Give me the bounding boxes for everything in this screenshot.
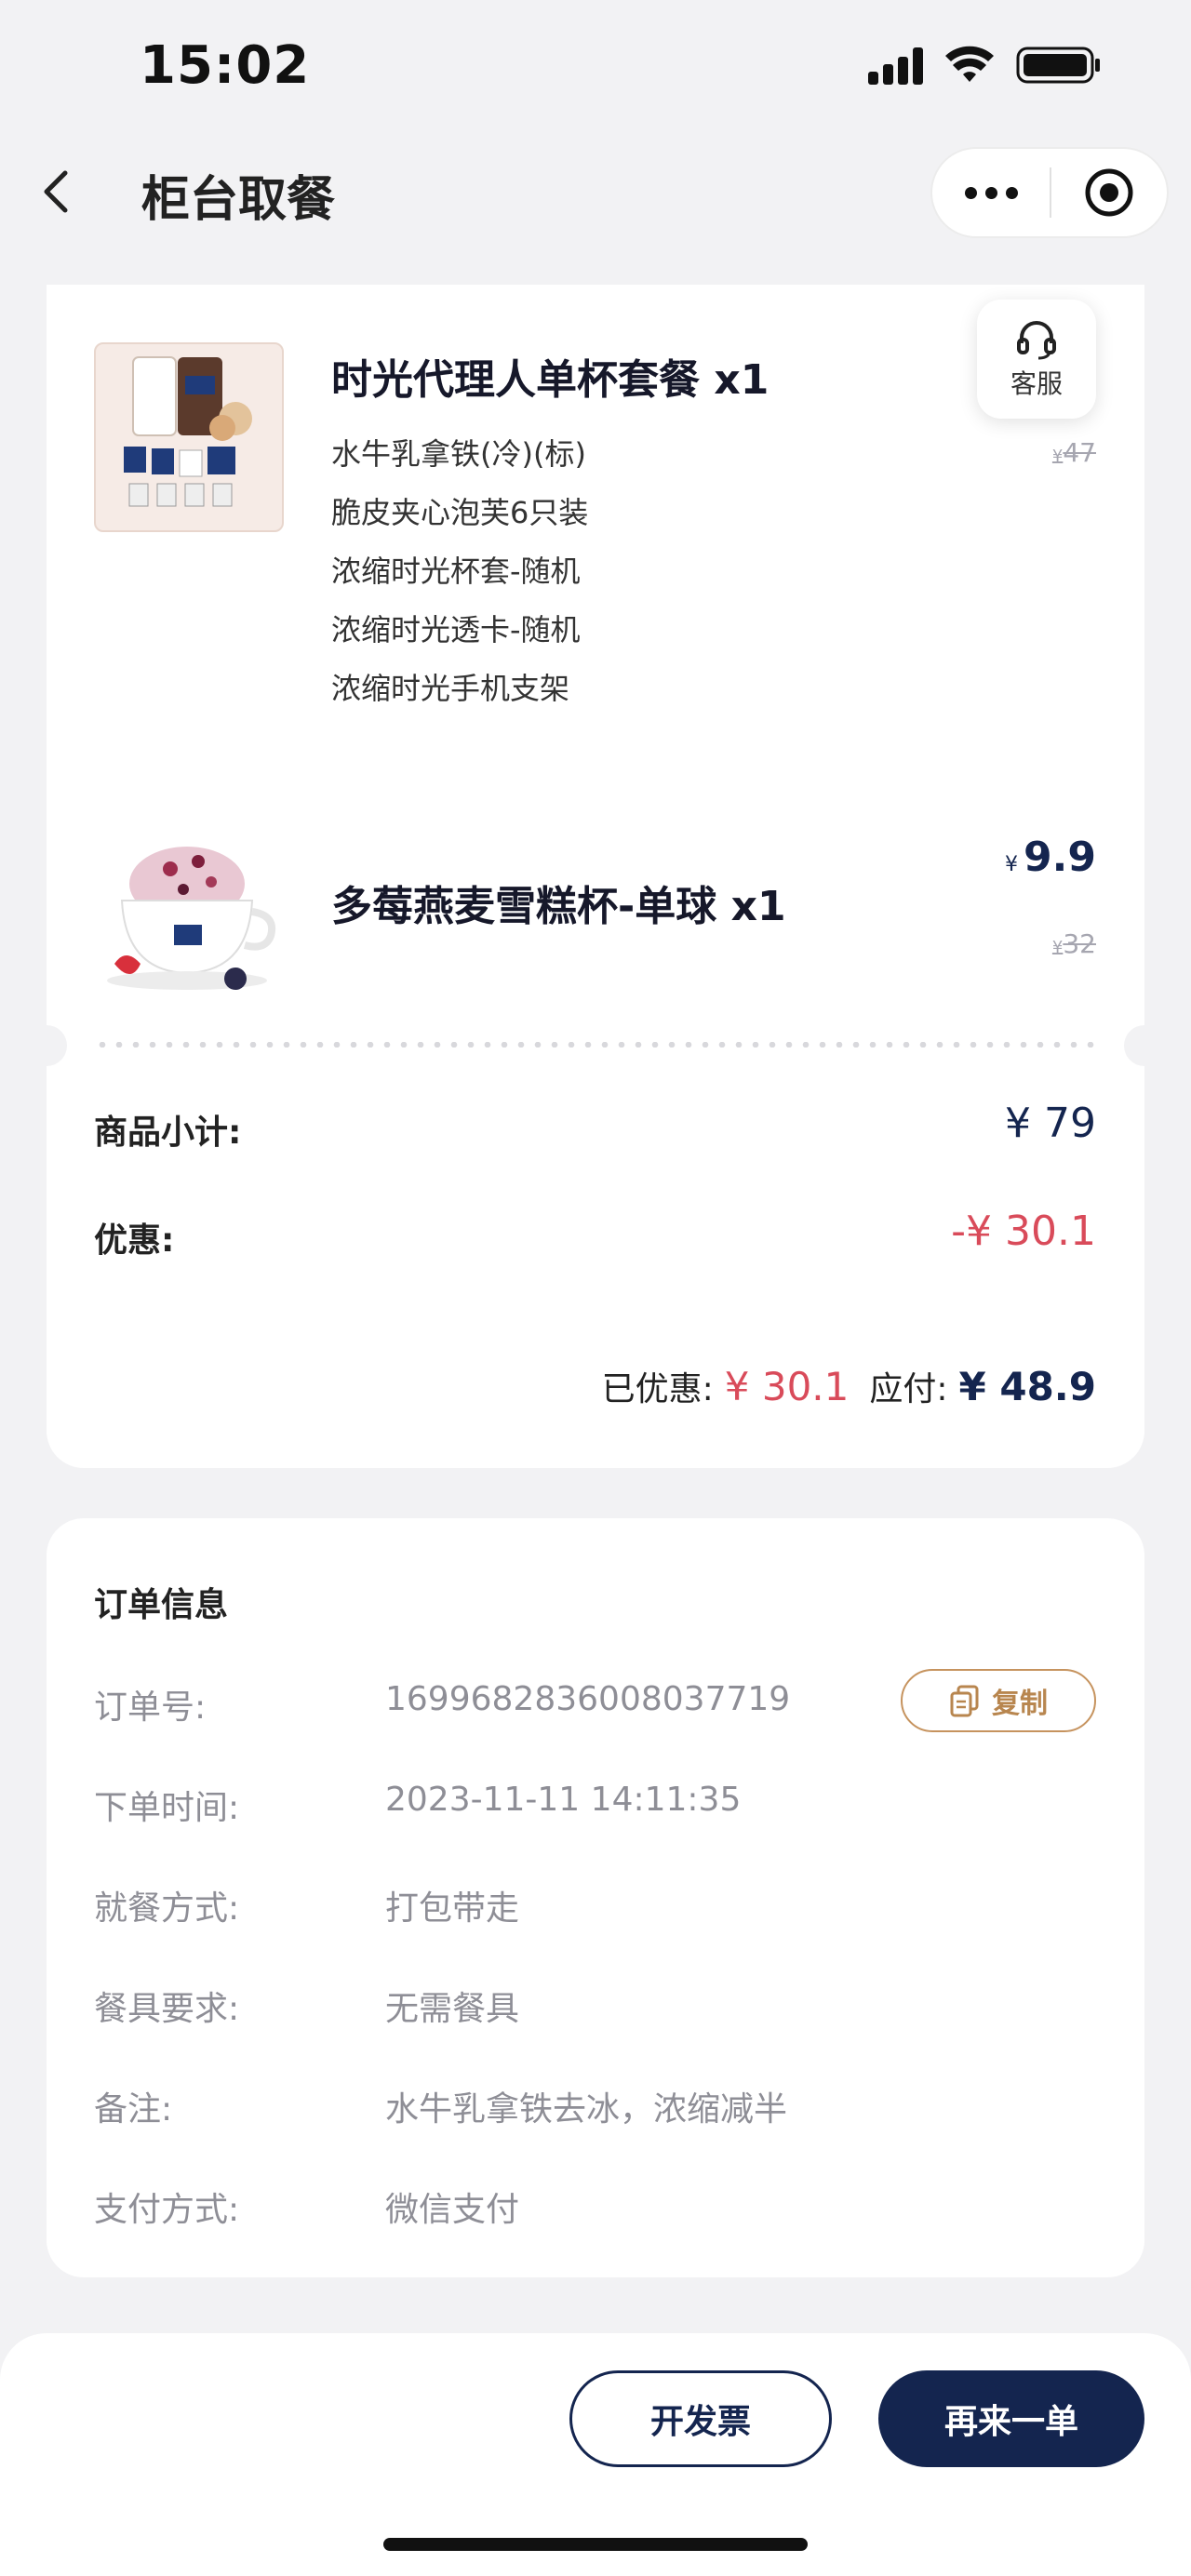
- subtotal-label: 商品小计:: [94, 1114, 242, 1152]
- row-value: 打包带走: [385, 1889, 520, 1928]
- order-number: 1699682836008037719: [385, 1680, 791, 1718]
- product-image-ice-cream: [94, 815, 284, 1005]
- wifi-icon: [945, 46, 994, 82]
- combo-illustration-icon: [124, 356, 252, 507]
- ticket-notch-right: [1124, 1025, 1165, 1066]
- battery-icon: [1016, 47, 1100, 84]
- order-number-row: 订单号: 1699682836008037719: [94, 1680, 790, 1728]
- saved-label: 已优惠:: [601, 1370, 714, 1408]
- payment-summary: 已优惠: ¥ 30.1 应付: ¥ 48.9: [602, 1362, 1096, 1410]
- invoice-button[interactable]: 开发票: [569, 2370, 832, 2467]
- row-value: 无需餐具: [385, 1990, 520, 2028]
- page-title: 柜台取餐: [141, 172, 336, 228]
- reorder-button[interactable]: 再来一单: [878, 2370, 1144, 2467]
- saved-value: ¥ 30.1: [724, 1364, 850, 1409]
- original-price: ¥47: [1051, 437, 1096, 468]
- row-value: 微信支付: [385, 2191, 520, 2229]
- row-key: 订单号:: [94, 1688, 207, 1727]
- ice-cream-cup-icon: [107, 847, 275, 990]
- product-name: 多莓燕麦雪糕杯-单球 x1: [331, 883, 786, 930]
- row-value: 2023-11-11 14:11:35: [385, 1781, 742, 1819]
- target-icon: [1085, 168, 1133, 217]
- dining-method-row: 就餐方式: 打包带走: [94, 1881, 519, 1929]
- status-time: 15:02: [140, 35, 311, 96]
- product-name: 时光代理人单杯套餐 x1: [331, 356, 769, 404]
- more-menu-button[interactable]: [932, 149, 1050, 236]
- original-price: ¥32: [1051, 928, 1096, 959]
- row-key: 支付方式:: [94, 2191, 240, 2229]
- ticket-notch-left: [26, 1025, 67, 1066]
- row-key: 餐具要求:: [94, 1990, 240, 2028]
- order-time-row: 下单时间: 2023-11-11 14:11:35: [94, 1781, 741, 1829]
- subitem: 脆皮夹心泡芙6只装: [331, 495, 589, 530]
- payment-method-row: 支付方式: 微信支付: [94, 2182, 519, 2231]
- subitem: 水牛乳拿铁(冷)(标): [331, 436, 586, 472]
- dotted-divider: [94, 1042, 1097, 1048]
- copy-label: 复制: [992, 1688, 1048, 1720]
- payable-value: ¥ 48.9: [958, 1364, 1096, 1409]
- copy-icon: [950, 1685, 979, 1717]
- customer-service-button[interactable]: 客服: [977, 300, 1096, 419]
- row-key: 备注:: [94, 2090, 173, 2129]
- close-miniprogram-button[interactable]: [1051, 149, 1167, 236]
- product-price: ¥9.9: [1005, 834, 1096, 881]
- remark-row: 备注: 水牛乳拿铁去冰，浓缩减半: [94, 2082, 787, 2130]
- back-arrow-icon[interactable]: [35, 166, 76, 218]
- subtotal-value: ¥ 79: [1005, 1100, 1096, 1147]
- payable-label: 应付:: [869, 1370, 948, 1408]
- order-info-title: 订单信息: [94, 1586, 229, 1624]
- home-indicator: [383, 2538, 808, 2551]
- product-image-combo: [94, 342, 284, 532]
- row-value: 水牛乳拿铁去冰，浓缩减半: [385, 2090, 788, 2129]
- cellular-signal-icon: [868, 46, 923, 85]
- cutlery-row: 餐具要求: 无需餐具: [94, 1982, 519, 2030]
- status-icons: [868, 45, 1102, 86]
- discount-value: -¥ 30.1: [951, 1208, 1096, 1255]
- row-key: 就餐方式:: [94, 1889, 240, 1928]
- subitem: 浓缩时光手机支架: [331, 671, 570, 706]
- copy-button[interactable]: 复制: [901, 1669, 1096, 1732]
- row-key: 下单时间:: [94, 1789, 240, 1827]
- mini-program-capsule: [930, 147, 1169, 238]
- service-label: 客服: [1010, 368, 1063, 399]
- subitem: 浓缩时光杯套-随机: [331, 554, 581, 589]
- product-subitems: 水牛乳拿铁(冷)(标) 脆皮夹心泡芙6只装 浓缩时光杯套-随机 浓缩时光透卡-随…: [331, 430, 588, 723]
- discount-label: 优惠:: [94, 1221, 175, 1260]
- headset-icon: [1017, 321, 1056, 360]
- subitem: 浓缩时光透卡-随机: [331, 612, 581, 647]
